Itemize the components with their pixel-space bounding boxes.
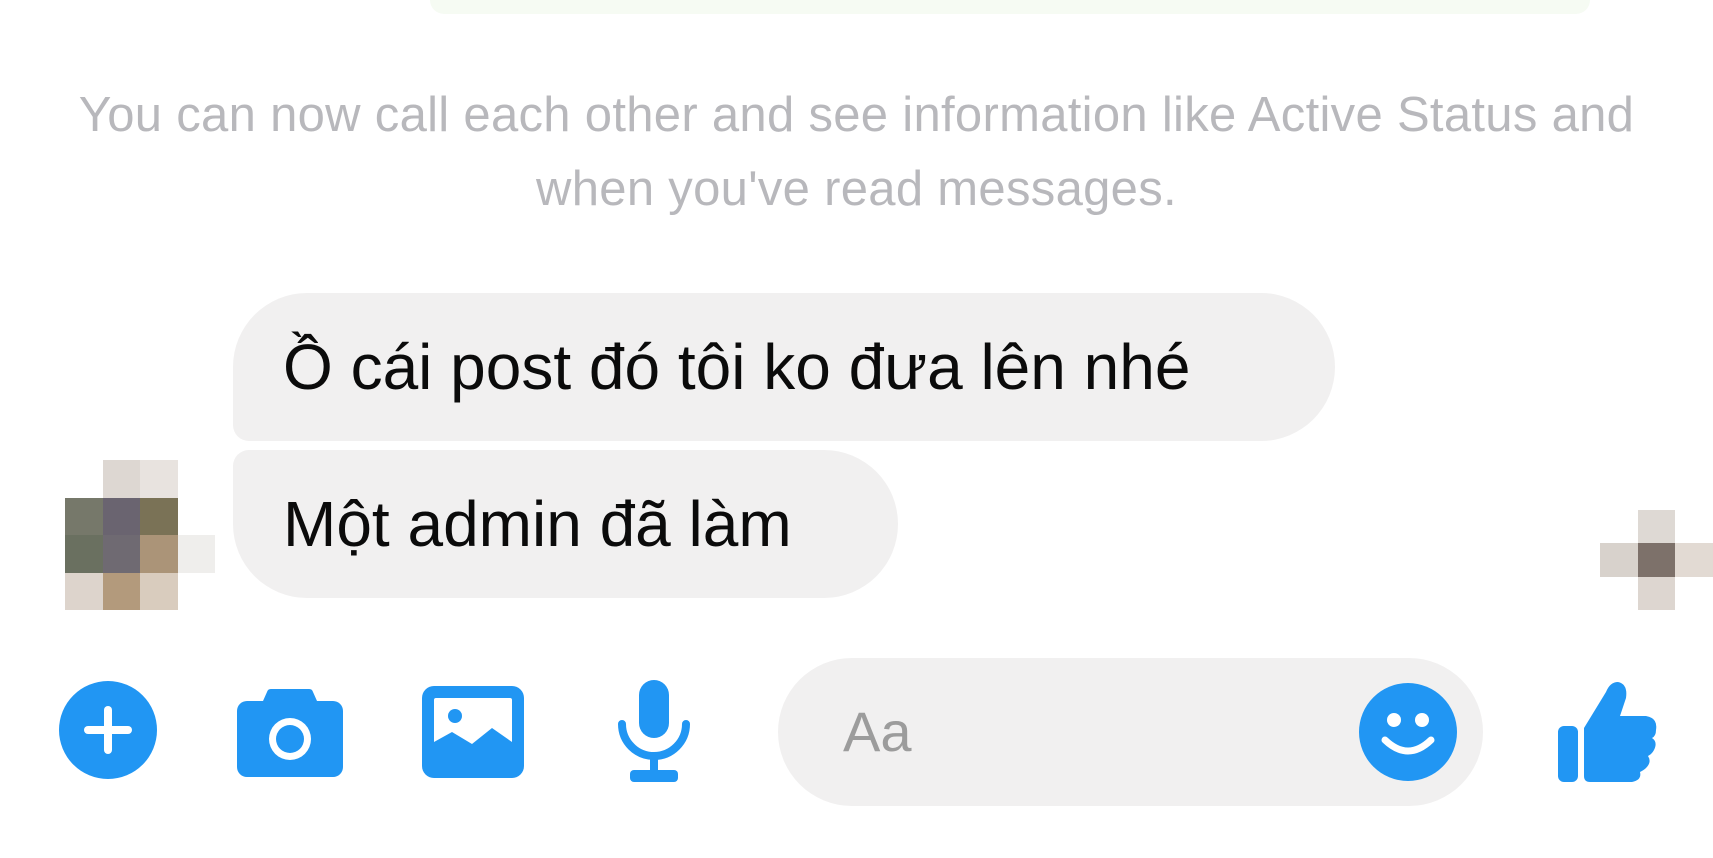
thumbs-up-icon[interactable] — [1556, 678, 1660, 784]
message-text: Ồ cái post đó tôi ko đưa lên nhé — [283, 331, 1191, 403]
microphone-icon[interactable] — [614, 680, 694, 784]
camera-icon[interactable] — [237, 685, 343, 777]
image-icon[interactable] — [422, 686, 524, 778]
previous-content-edge — [430, 0, 1590, 14]
sender-avatar[interactable] — [65, 460, 215, 610]
message-input[interactable] — [843, 658, 1313, 806]
plus-icon[interactable] — [58, 680, 158, 780]
message-bubble[interactable]: Một admin đã làm — [233, 450, 898, 598]
read-receipt-avatar — [1600, 510, 1713, 610]
message-bubble[interactable]: Ồ cái post đó tôi ko đưa lên nhé — [233, 293, 1335, 441]
message-text: Một admin đã làm — [283, 488, 792, 560]
system-notice: You can now call each other and see info… — [78, 88, 1635, 216]
smiley-icon[interactable] — [1358, 682, 1458, 782]
message-composer[interactable] — [778, 658, 1483, 806]
